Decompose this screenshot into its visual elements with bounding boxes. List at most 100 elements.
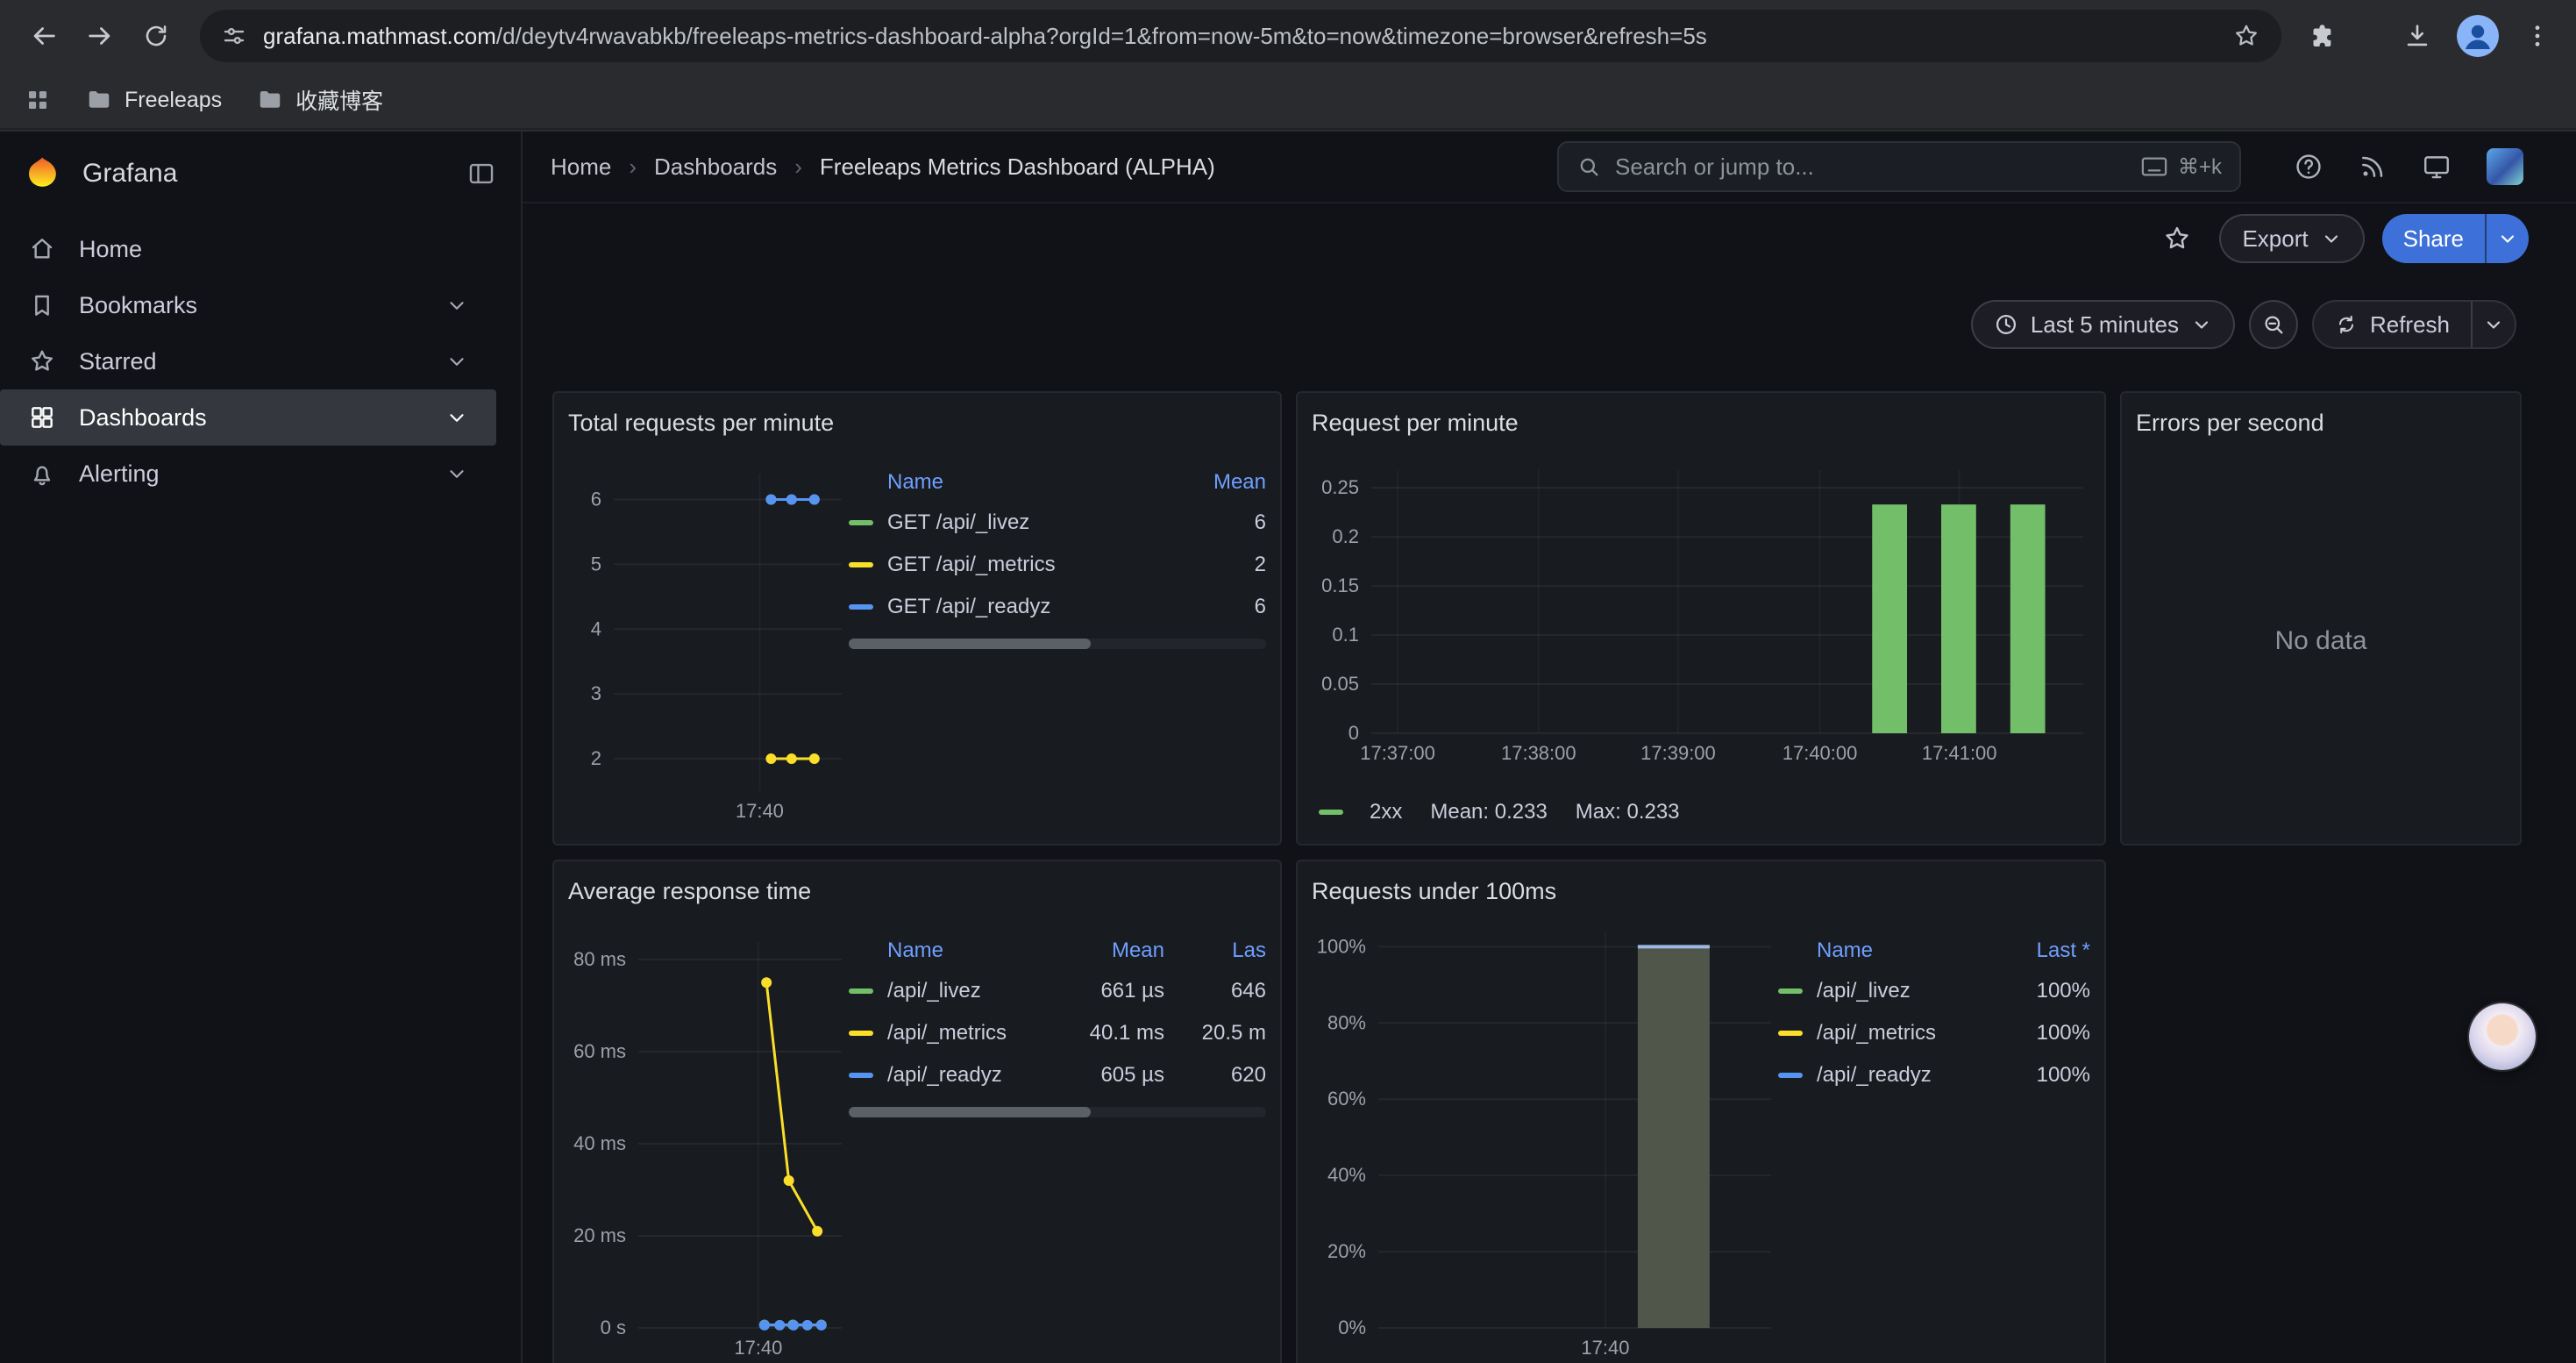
svg-text:80 ms: 80 ms [573, 948, 626, 970]
search-input[interactable]: ⌘+k [1557, 141, 2241, 192]
panel-title[interactable]: Requests under 100ms [1312, 872, 2090, 914]
legend-header-last[interactable]: Las [1164, 938, 1266, 963]
legend-scrollbar[interactable] [849, 639, 1266, 649]
legend-header-name[interactable]: Name [887, 470, 1189, 495]
legend-row[interactable]: GET /api/_readyz 6 [849, 586, 1266, 628]
breadcrumb-dashboards[interactable]: Dashboards [654, 153, 777, 181]
reload-button[interactable] [130, 10, 182, 62]
brand-title: Grafana [82, 159, 447, 189]
breadcrumb: Home › Dashboards › Freeleaps Metrics Da… [551, 153, 1215, 181]
search-shortcut: ⌘+k [2141, 154, 2222, 180]
chevron-down-icon[interactable] [445, 462, 468, 485]
legend-row[interactable]: /api/_livez 661 µs 646 [849, 970, 1266, 1012]
share-button[interactable]: Share [2382, 214, 2485, 263]
svg-text:2: 2 [591, 747, 601, 769]
svg-text:60%: 60% [1327, 1088, 1366, 1110]
refresh-interval-button[interactable] [2471, 302, 2515, 347]
legend-row[interactable]: /api/_metrics 100% [1778, 1012, 2090, 1054]
share-menu-button[interactable] [2485, 214, 2529, 263]
series-swatch [1778, 1073, 1803, 1078]
dock-menu-button[interactable] [466, 159, 496, 189]
extensions-icon[interactable] [2306, 21, 2336, 51]
user-avatar[interactable] [2487, 148, 2523, 185]
legend-header-name[interactable]: Name [887, 938, 1056, 963]
svg-text:0.2: 0.2 [1332, 525, 1359, 547]
panel-title[interactable]: Average response time [568, 872, 1266, 914]
browser-menu-icon[interactable] [2523, 22, 2551, 50]
sidebar-item-dashboards[interactable]: Dashboards [0, 389, 496, 446]
favorite-dashboard-button[interactable] [2153, 214, 2202, 263]
sidebar-item-bookmarks[interactable]: Bookmarks [0, 277, 496, 333]
help-icon[interactable] [2294, 152, 2323, 182]
legend-row[interactable]: /api/_livez 100% [1778, 970, 2090, 1012]
legend-scrollbar[interactable] [849, 1107, 1266, 1117]
scrollbar-thumb[interactable] [849, 639, 1091, 649]
site-settings-icon[interactable] [221, 23, 247, 49]
legend-mean: Mean: 0.233 [1430, 800, 1547, 824]
series-swatch [849, 1073, 873, 1078]
clock-icon [1994, 312, 2018, 337]
display-icon[interactable] [2422, 152, 2451, 182]
news-rss-icon[interactable] [2359, 153, 2387, 181]
grafana-logo[interactable] [25, 154, 63, 193]
chart-average-response-time[interactable]: 80 ms60 ms40 ms20 ms0 s17:40 [568, 914, 849, 1363]
chart-total-requests[interactable]: 6543217:40 [568, 446, 849, 837]
zoom-out-button[interactable] [2249, 300, 2298, 349]
keyboard-icon [2141, 156, 2167, 177]
legend-header-mean[interactable]: Mean [1189, 470, 1266, 495]
panel-title[interactable]: Request per minute [1312, 403, 2090, 446]
legend-header-last[interactable]: Last * [1996, 938, 2090, 963]
browser-profile-avatar[interactable] [2457, 15, 2499, 57]
legend-row[interactable]: GET /api/_livez 6 [849, 502, 1266, 544]
bookmark-folder-freeleaps[interactable]: Freeleaps [86, 87, 222, 113]
assistant-avatar-widget[interactable] [2469, 1003, 2536, 1070]
bookmark-folder-blogs[interactable]: 收藏博客 [257, 84, 383, 116]
chevron-down-icon[interactable] [445, 350, 468, 373]
panel-errors-per-second: Errors per second No data [2120, 391, 2522, 846]
dashboards-grid-icon [28, 403, 56, 432]
bookmark-star-icon[interactable] [2232, 22, 2260, 50]
downloads-icon[interactable] [2402, 21, 2432, 51]
time-range-picker[interactable]: Last 5 minutes [1971, 300, 2235, 349]
series-swatch [1778, 988, 1803, 994]
legend-header-mean[interactable]: Mean [1056, 938, 1164, 963]
breadcrumb-home[interactable]: Home [551, 153, 611, 181]
folder-icon [257, 87, 283, 113]
apps-grid-icon[interactable] [25, 87, 51, 113]
time-controls: Last 5 minutes Refresh [523, 274, 2576, 358]
legend-series-2xx[interactable]: 2xx [1319, 800, 1402, 824]
chevron-down-icon [2321, 228, 2342, 249]
export-button[interactable]: Export [2219, 214, 2364, 263]
chevron-down-icon[interactable] [445, 294, 468, 317]
grafana-app: Grafana Home Bookmarks Starred [0, 132, 2576, 1363]
bookmark-icon [28, 291, 56, 319]
legend-row[interactable]: /api/_readyz 100% [1778, 1054, 2090, 1096]
svg-text:17:40: 17:40 [736, 800, 784, 822]
legend-row[interactable]: GET /api/_metrics 2 [849, 544, 1266, 586]
url-text[interactable]: grafana.mathmast.com/d/deytv4rwavabkb/fr… [263, 23, 2217, 50]
chevron-down-icon[interactable] [445, 406, 468, 429]
svg-text:0%: 0% [1338, 1317, 1366, 1338]
sidebar-item-alerting[interactable]: Alerting [0, 446, 496, 502]
refresh-button-group: Refresh [2312, 300, 2516, 349]
sidebar-item-starred[interactable]: Starred [0, 333, 496, 389]
legend-row[interactable]: /api/_metrics 40.1 ms 20.5 m [849, 1012, 1266, 1054]
legend-header-name[interactable]: Name [1817, 938, 1996, 963]
sidebar-nav: Home Bookmarks Starred Dashboards [0, 221, 521, 502]
star-icon [28, 347, 56, 375]
panel-title[interactable]: Total requests per minute [568, 403, 1266, 446]
no-data-message: No data [2136, 446, 2506, 837]
legend-row[interactable]: /api/_readyz 605 µs 620 [849, 1054, 1266, 1096]
chart-request-per-minute[interactable]: 0.250.20.150.10.05017:37:0017:38:0017:39… [1312, 446, 2090, 796]
back-button[interactable] [18, 10, 70, 62]
chart-requests-under-100ms[interactable]: 100%80%60%40%20%0%17:40 [1312, 914, 1778, 1363]
url-bar[interactable]: grafana.mathmast.com/d/deytv4rwavabkb/fr… [200, 10, 2281, 62]
panel-title[interactable]: Errors per second [2136, 403, 2506, 446]
scrollbar-thumb[interactable] [849, 1107, 1091, 1117]
svg-text:20 ms: 20 ms [573, 1224, 626, 1246]
search-field[interactable] [1615, 153, 2127, 181]
forward-button[interactable] [74, 10, 126, 62]
sidebar-item-home[interactable]: Home [0, 221, 496, 277]
svg-text:17:40:00: 17:40:00 [1783, 742, 1858, 764]
refresh-button[interactable]: Refresh [2314, 302, 2471, 347]
